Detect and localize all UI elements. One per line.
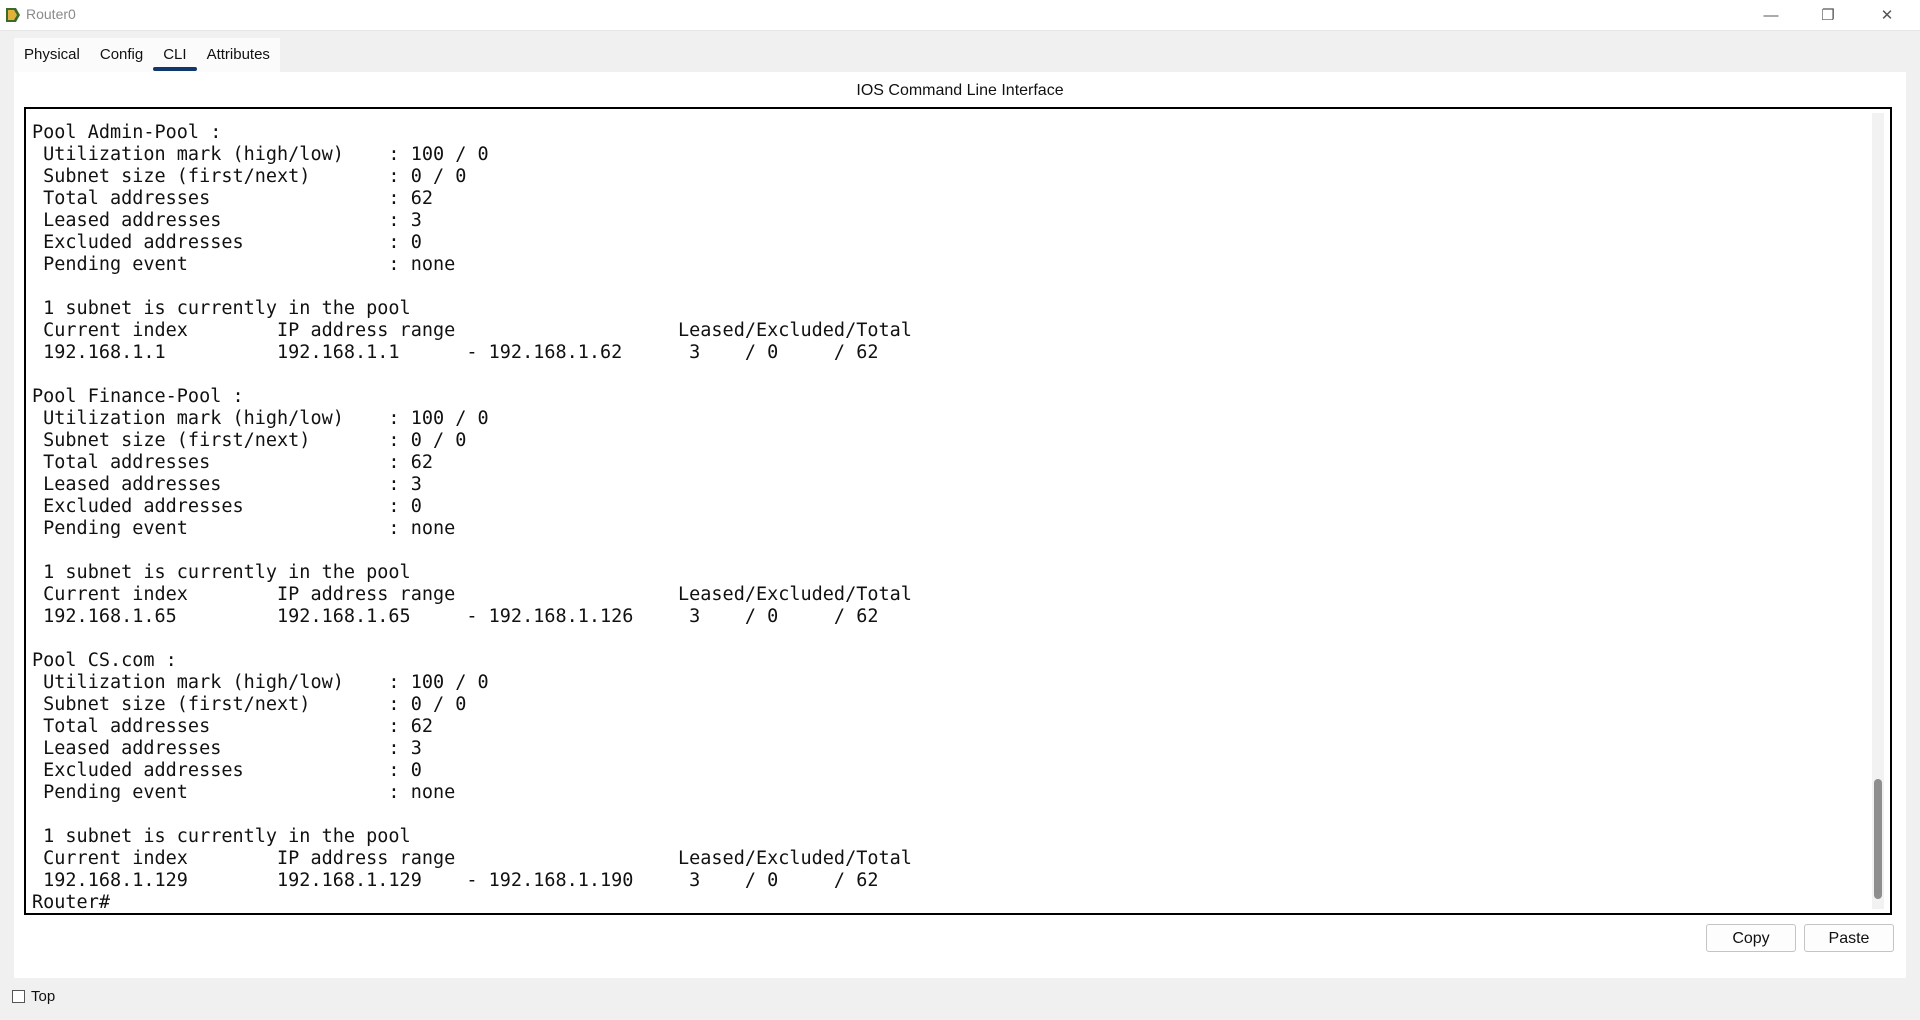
terminal-scrollbar[interactable] (1872, 113, 1884, 909)
close-icon[interactable]: ✕ (1864, 0, 1910, 30)
title-bar: Router0 — ❐ ✕ (0, 0, 1920, 31)
tab-cli[interactable]: CLI (153, 38, 197, 72)
restore-icon[interactable]: ❐ (1805, 0, 1851, 30)
copy-button[interactable]: Copy (1706, 924, 1796, 952)
top-checkbox-label: Top (31, 987, 56, 1005)
tab-attributes[interactable]: Attributes (197, 38, 280, 72)
window-title: Router0 (26, 6, 76, 22)
cli-output[interactable]: Pool Admin-Pool : Utilization mark (high… (32, 122, 912, 913)
paste-button[interactable]: Paste (1804, 924, 1894, 952)
router-app-icon (6, 8, 20, 22)
tab-physical[interactable]: Physical (14, 38, 90, 72)
tab-config[interactable]: Config (90, 38, 153, 72)
minimize-icon[interactable]: — (1748, 0, 1794, 30)
cli-panel: IOS Command Line Interface Pool Admin-Po… (14, 72, 1906, 978)
top-checkbox[interactable] (12, 989, 25, 1003)
top-toggle[interactable]: Top (12, 986, 55, 1006)
scrollbar-thumb[interactable] (1874, 779, 1882, 899)
cli-terminal[interactable]: Pool Admin-Pool : Utilization mark (high… (24, 107, 1892, 915)
cli-heading: IOS Command Line Interface (856, 82, 1064, 99)
tab-bar: Physical Config CLI Attributes (14, 38, 280, 72)
